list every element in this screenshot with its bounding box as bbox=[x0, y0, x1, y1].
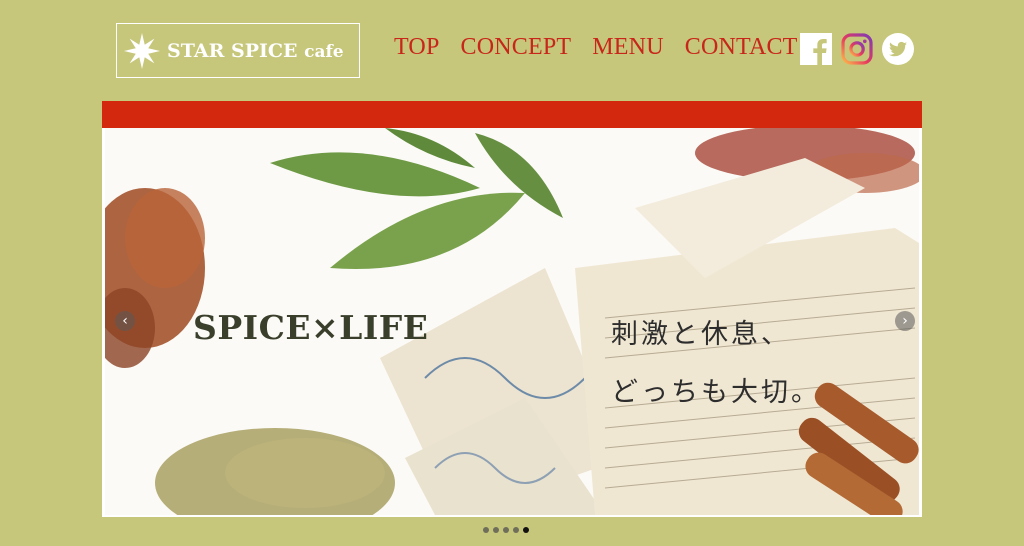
site-logo[interactable]: STAR SPICE cafe bbox=[116, 23, 360, 78]
hero-slider: SPICE×LIFE 刺激と休息、 どっちも大切。 ‹ › bbox=[102, 128, 922, 517]
logo-text: STAR SPICE cafe bbox=[167, 40, 344, 62]
star-icon bbox=[123, 32, 161, 69]
main-nav: TOP CONCEPT MENU CONTACT bbox=[394, 35, 819, 59]
instagram-icon[interactable] bbox=[841, 33, 873, 65]
slider-next-button[interactable]: › bbox=[895, 311, 915, 331]
logo-suffix: cafe bbox=[304, 41, 344, 62]
logo-name: STAR SPICE bbox=[167, 39, 298, 62]
carousel-dot-3[interactable] bbox=[503, 527, 509, 533]
hero-headline: SPICE×LIFE bbox=[193, 308, 429, 347]
twitter-icon[interactable] bbox=[882, 33, 914, 65]
carousel-dot-1[interactable] bbox=[483, 527, 489, 533]
carousel-dots bbox=[483, 527, 529, 533]
nav-concept[interactable]: CONCEPT bbox=[461, 35, 572, 59]
herb-pile bbox=[155, 428, 395, 515]
slider-prev-button[interactable]: ‹ bbox=[115, 311, 135, 331]
rooibos-pile bbox=[105, 188, 205, 368]
hero-tagline: 刺激と休息、 どっちも大切。 bbox=[611, 306, 871, 422]
hero-tagline-line1: 刺激と休息、 bbox=[611, 319, 791, 350]
carousel-dot-2[interactable] bbox=[493, 527, 499, 533]
nav-menu[interactable]: MENU bbox=[592, 35, 663, 59]
hero-top-bar bbox=[102, 101, 922, 128]
carousel-dot-5[interactable] bbox=[523, 527, 529, 533]
facebook-icon[interactable] bbox=[800, 33, 832, 65]
bay-leaves bbox=[270, 128, 563, 270]
social-links bbox=[800, 33, 914, 65]
carousel-dot-4[interactable] bbox=[513, 527, 519, 533]
nav-contact[interactable]: CONTACT bbox=[685, 35, 798, 59]
nav-top[interactable]: TOP bbox=[394, 35, 440, 59]
hero-tagline-line2: どっちも大切。 bbox=[611, 377, 821, 408]
